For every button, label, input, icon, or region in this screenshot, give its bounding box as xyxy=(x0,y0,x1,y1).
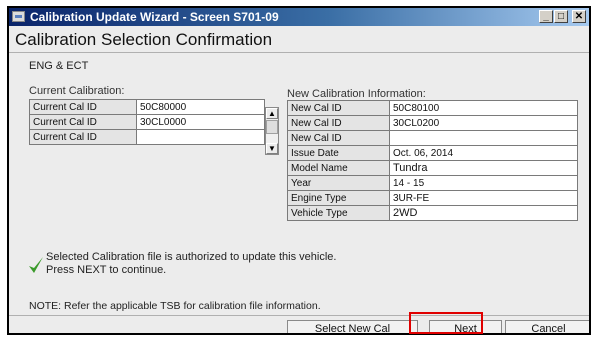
table-row: Model Name Tundra xyxy=(287,160,578,176)
cell-value: 14 - 15 xyxy=(389,175,578,191)
cell-label: New Cal ID xyxy=(287,130,390,146)
status-message-line2: Press NEXT to continue. xyxy=(46,264,167,276)
cell-value: 50C80100 xyxy=(389,100,578,116)
up-arrow-icon[interactable]: ▲ xyxy=(266,108,278,119)
cell-value xyxy=(389,130,578,146)
cell-value: 3UR-FE xyxy=(389,190,578,206)
cell-label: New Cal ID xyxy=(287,100,390,116)
cell-value: Tundra xyxy=(389,160,578,176)
maximize-button[interactable]: □ xyxy=(554,10,568,23)
current-calibration-label: Current Calibration: xyxy=(29,85,125,97)
cell-value: Oct. 06, 2014 xyxy=(389,145,578,161)
minimize-button[interactable]: _ xyxy=(539,10,553,23)
cell-label: Issue Date xyxy=(287,145,390,161)
table-row: New Cal ID 30CL0200 xyxy=(287,115,578,131)
table-row: Issue Date Oct. 06, 2014 xyxy=(287,145,578,161)
cell-label: Engine Type xyxy=(287,190,390,206)
current-calibration-table: Current Cal ID 50C80000 Current Cal ID 3… xyxy=(29,99,265,145)
app-icon xyxy=(12,11,25,22)
table-row: Engine Type 3UR-FE xyxy=(287,190,578,206)
table-row: New Cal ID xyxy=(287,130,578,146)
cell-value: 2WD xyxy=(389,205,578,221)
cell-label: Model Name xyxy=(287,160,390,176)
table-row: New Cal ID 50C80100 xyxy=(287,100,578,116)
table-row: Current Cal ID xyxy=(29,129,265,145)
select-new-cal-button[interactable]: Select New Cal xyxy=(287,320,418,333)
down-arrow-icon[interactable]: ▼ xyxy=(266,143,278,154)
page-title: Calibration Selection Confirmation xyxy=(15,30,273,49)
wizard-window: Calibration Update Wizard - Screen S701-… xyxy=(7,6,591,335)
cell-label: Current Cal ID xyxy=(29,129,137,145)
next-highlight-box xyxy=(409,312,483,334)
cell-label: Vehicle Type xyxy=(287,205,390,221)
current-calibration-scrollbar[interactable]: ▲ ▼ xyxy=(265,107,279,155)
cell-value[interactable]: 50C80000 xyxy=(136,99,265,115)
new-calibration-table: New Cal ID 50C80100 New Cal ID 30CL0200 … xyxy=(287,100,578,221)
cell-value: 30CL0200 xyxy=(389,115,578,131)
new-calibration-label: New Calibration Information: xyxy=(287,88,426,100)
scrollbar-thumb[interactable] xyxy=(266,120,278,134)
table-row: Vehicle Type 2WD xyxy=(287,205,578,221)
note-text: NOTE: Refer the applicable TSB for calib… xyxy=(29,300,321,312)
check-icon xyxy=(29,257,43,273)
cell-value[interactable] xyxy=(136,129,265,145)
cell-label: Current Cal ID xyxy=(29,114,137,130)
cell-label: Year xyxy=(287,175,390,191)
cell-value[interactable]: 30CL0000 xyxy=(136,114,265,130)
window-title: Calibration Update Wizard - Screen S701-… xyxy=(30,10,279,24)
cancel-button[interactable]: Cancel xyxy=(505,320,589,333)
close-button[interactable]: ✕ xyxy=(572,10,586,23)
table-row: Current Cal ID 30CL0000 xyxy=(29,114,265,130)
system-label: ENG & ECT xyxy=(29,60,89,72)
table-row: Year 14 - 15 xyxy=(287,175,578,191)
page-header: Calibration Selection Confirmation xyxy=(9,26,589,53)
table-row: Current Cal ID 50C80000 xyxy=(29,99,265,115)
cell-label: New Cal ID xyxy=(287,115,390,131)
status-message-line1: Selected Calibration file is authorized … xyxy=(46,251,337,263)
title-bar[interactable]: Calibration Update Wizard - Screen S701-… xyxy=(9,8,589,26)
cell-label: Current Cal ID xyxy=(29,99,137,115)
status-message: Selected Calibration file is authorized … xyxy=(46,251,336,277)
